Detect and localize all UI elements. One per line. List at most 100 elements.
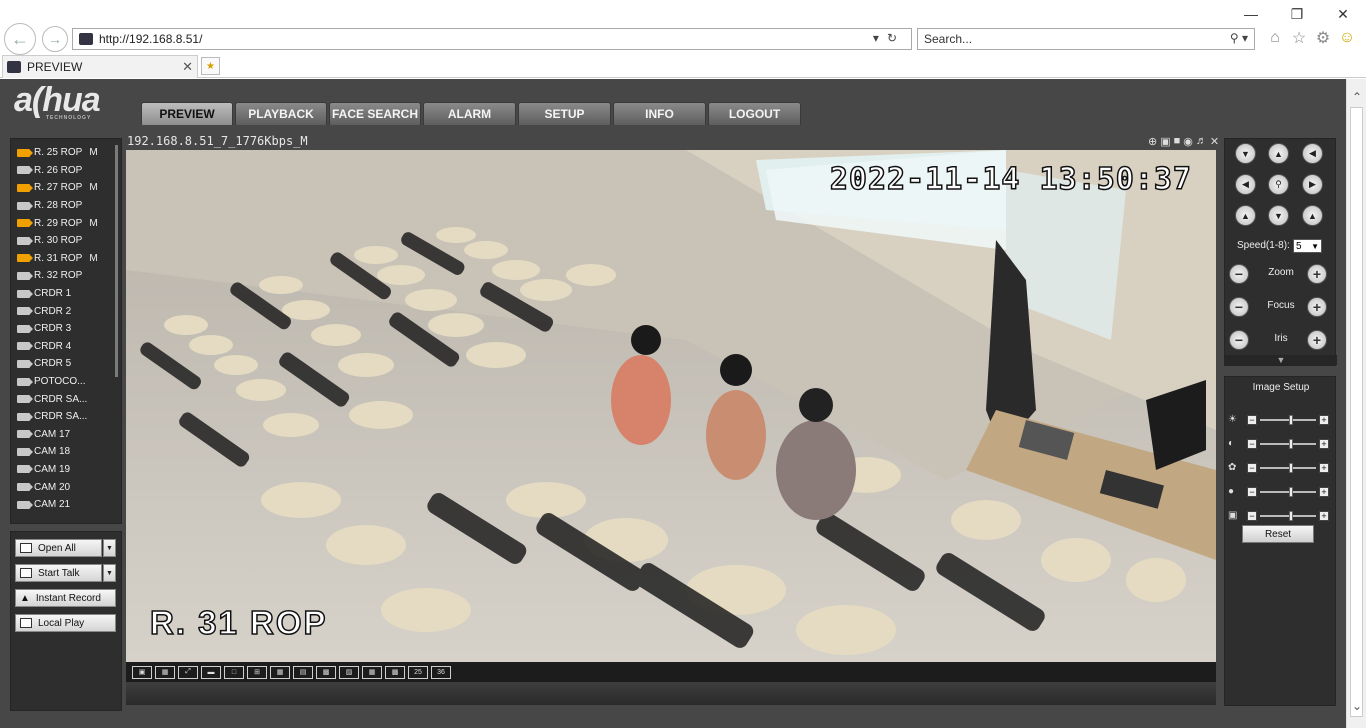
favorites-star-icon[interactable]: ☆ [1290, 28, 1308, 48]
camera-item[interactable]: R. 27 ROP M [17, 179, 115, 197]
search-icon[interactable]: ⚲ ▾ [1230, 31, 1248, 45]
slider-increase-button[interactable]: + [1319, 439, 1329, 449]
camera-item[interactable]: CRDR 3 [17, 320, 115, 338]
layout-2-button[interactable]: ▦ [155, 665, 175, 679]
layout-25-button[interactable]: 25 [408, 665, 428, 679]
open-all-dropdown[interactable]: ▼ [103, 539, 116, 557]
camera-item[interactable]: CRDR 1 [17, 285, 115, 303]
ptz-up-right-button[interactable]: ◀ [1302, 143, 1323, 164]
ptz-up-left-button[interactable]: ▼ [1235, 143, 1256, 164]
record-icon[interactable]: ◉ [1183, 135, 1193, 148]
layout-16-button[interactable]: ▦ [362, 665, 382, 679]
iris-plus-button[interactable]: + [1307, 330, 1327, 350]
camera-item[interactable]: CRDR 5 [17, 355, 115, 373]
settings-gear-icon[interactable]: ⚙ [1314, 28, 1332, 48]
zoom-in-button[interactable]: + [1307, 264, 1327, 284]
menu-playback[interactable]: PLAYBACK [235, 102, 327, 125]
forward-button[interactable]: → [42, 26, 68, 52]
minimize-button[interactable]: — [1228, 0, 1274, 28]
snapshot-icon[interactable]: ▣ [1160, 135, 1170, 148]
ptz-down-button[interactable]: ▼ [1268, 205, 1289, 226]
camera-item[interactable]: CAM 18 [17, 443, 115, 461]
layout-single-button[interactable]: □ [224, 665, 244, 679]
new-tab-button[interactable]: ★ [201, 57, 220, 75]
ptz-collapse-toggle[interactable]: ▼ [1225, 355, 1337, 365]
ptz-right-button[interactable]: ▶ [1302, 174, 1323, 195]
camera-list-scrollbar[interactable] [115, 145, 118, 377]
ptz-left-button[interactable]: ◀ [1235, 174, 1256, 195]
slider-knob[interactable] [1289, 439, 1293, 449]
close-window-button[interactable]: ✕ [1320, 0, 1366, 28]
camera-item[interactable]: CRDR SA... [17, 390, 115, 408]
ptz-down-left-button[interactable]: ▲ [1235, 205, 1256, 226]
slider-decrease-button[interactable]: − [1247, 415, 1257, 425]
layout-13-button[interactable]: ▨ [339, 665, 359, 679]
home-icon[interactable]: ⌂ [1266, 28, 1284, 48]
restore-button[interactable]: ❐ [1274, 0, 1320, 28]
camera-item[interactable]: R. 25 ROP M [17, 144, 115, 162]
layout-4-button[interactable]: ⊞ [247, 665, 267, 679]
menu-alarm[interactable]: ALARM [423, 102, 516, 125]
menu-face-search[interactable]: FACE SEARCH [329, 102, 421, 125]
slider-knob[interactable] [1289, 415, 1293, 425]
slider-knob[interactable] [1289, 487, 1293, 497]
refresh-icon[interactable]: ▾↻ [873, 31, 905, 45]
focus-plus-button[interactable]: + [1307, 297, 1327, 317]
search-box[interactable]: Search... ⚲ ▾ [917, 28, 1255, 50]
menu-info[interactable]: INFO [613, 102, 706, 125]
menu-preview[interactable]: PREVIEW [141, 102, 233, 125]
feedback-smiley-icon[interactable]: ☺ [1338, 28, 1356, 48]
menu-setup[interactable]: SETUP [518, 102, 611, 125]
scroll-down-icon[interactable]: ⌄ [1349, 698, 1365, 714]
slider-decrease-button[interactable]: − [1247, 463, 1257, 473]
slider-increase-button[interactable]: + [1319, 463, 1329, 473]
zoom-in-icon[interactable]: ⊕ [1148, 135, 1157, 148]
slider-track[interactable] [1260, 439, 1316, 449]
fullscreen-button[interactable]: ⤢ [178, 665, 198, 679]
local-play-button[interactable]: Local Play [15, 614, 116, 632]
ptz-center-button[interactable]: ⚲ [1268, 174, 1289, 195]
audio-icon[interactable]: ♬ [1196, 135, 1207, 148]
camera-item[interactable]: CRDR SA... [17, 408, 115, 426]
address-bar[interactable]: http://192.168.8.51/ ▾↻ [72, 28, 912, 50]
slider-decrease-button[interactable]: − [1247, 511, 1257, 521]
camera-icon[interactable]: ■ [1174, 135, 1181, 148]
camera-item[interactable]: CRDR 2 [17, 302, 115, 320]
slider-knob[interactable] [1289, 511, 1293, 521]
camera-item[interactable]: R. 28 ROP [17, 197, 115, 215]
menu-logout[interactable]: LOGOUT [708, 102, 801, 125]
camera-item[interactable]: CAM 19 [17, 461, 115, 479]
slider-increase-button[interactable]: + [1319, 487, 1329, 497]
page-scrollbar[interactable]: ⌃ ⌄ [1346, 79, 1366, 728]
camera-item[interactable]: CAM 17 [17, 426, 115, 444]
camera-item[interactable]: R. 31 ROP M [17, 250, 115, 268]
slider-track[interactable] [1260, 511, 1316, 521]
camera-item[interactable]: CAM 21 [17, 496, 115, 514]
camera-item[interactable]: R. 29 ROP M [17, 214, 115, 232]
slider-increase-button[interactable]: + [1319, 511, 1329, 521]
camera-item[interactable]: R. 32 ROP [17, 267, 115, 285]
slider-track[interactable] [1260, 415, 1316, 425]
scroll-up-icon[interactable]: ⌃ [1349, 89, 1365, 105]
reset-button[interactable]: Reset [1242, 525, 1314, 543]
camera-item[interactable]: CAM 20 [17, 478, 115, 496]
close-video-icon[interactable]: ✕ [1210, 135, 1219, 148]
layout-20-button[interactable]: ▩ [385, 665, 405, 679]
slider-knob[interactable] [1289, 463, 1293, 473]
layout-1-button[interactable]: ▣ [132, 665, 152, 679]
slider-track[interactable] [1260, 463, 1316, 473]
slider-decrease-button[interactable]: − [1247, 487, 1257, 497]
scrollbar-thumb[interactable] [1350, 107, 1363, 717]
slider-decrease-button[interactable]: − [1247, 439, 1257, 449]
layout-6-button[interactable]: ▦ [270, 665, 290, 679]
ptz-down-right-button[interactable]: ▲ [1302, 205, 1323, 226]
live-video[interactable]: 2022-11-14 13:50:37 R. 31 ROP [126, 150, 1216, 662]
ptz-up-button[interactable]: ▲ [1268, 143, 1289, 164]
instant-record-button[interactable]: ▲ Instant Record [15, 589, 116, 607]
tab-preview[interactable]: PREVIEW ✕ [2, 55, 198, 78]
camera-item[interactable]: CRDR 4 [17, 338, 115, 356]
camera-item[interactable]: R. 26 ROP [17, 162, 115, 180]
speed-select[interactable]: 5 ▼ [1293, 239, 1322, 253]
layout-8-button[interactable]: ▤ [293, 665, 313, 679]
start-talk-dropdown[interactable]: ▼ [103, 564, 116, 582]
